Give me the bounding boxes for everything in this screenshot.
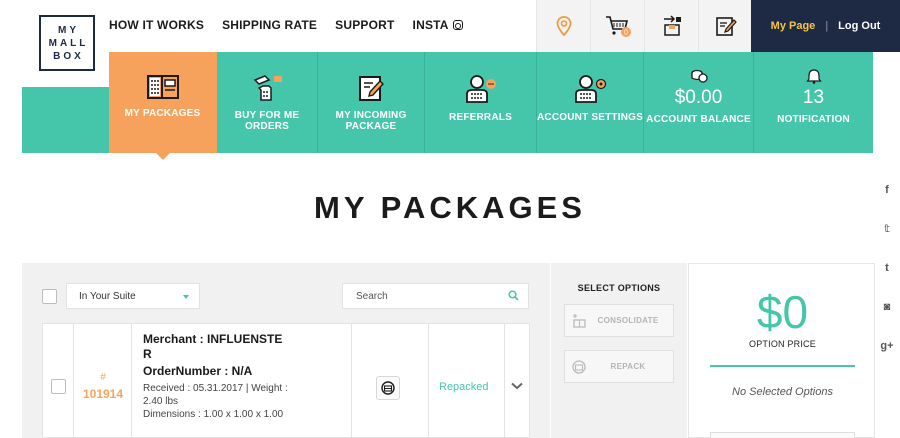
tab-notification[interactable]: 13 NOTIFICATION [754, 52, 873, 153]
logo-line: MY [58, 24, 79, 36]
select-all-checkbox[interactable] [42, 289, 57, 304]
referrals-icon [465, 75, 496, 103]
package-transfer-button[interactable] [644, 0, 698, 52]
nav-how-it-works[interactable]: HOW IT WORKS [109, 18, 204, 32]
tab-my-packages[interactable]: MY PACKAGES [109, 52, 217, 160]
package-transfer-icon [663, 15, 681, 36]
bell-icon [805, 69, 822, 84]
price-divider [710, 365, 855, 367]
option-price-panel: $0 OPTION PRICE No Selected Options [688, 263, 875, 438]
packages-panel: In Your Suite # 101914 Merchant : INFLUE… [22, 263, 550, 438]
edit-note-icon [715, 17, 737, 36]
tab-my-incoming-package[interactable]: MY INCOMING PACKAGE [318, 52, 425, 153]
option-price-label: OPTION PRICE [749, 339, 816, 349]
tumblr-icon[interactable]: t [885, 248, 889, 287]
repack-label: REPACK [610, 362, 646, 371]
nav-insta[interactable]: INSTA [413, 18, 463, 32]
cart-button[interactable]: 0 [590, 0, 644, 52]
chevron-down-icon[interactable] [511, 382, 523, 390]
logo-line: MALL [48, 37, 89, 49]
package-order-number: OrderNumber : N/A [143, 364, 253, 378]
tab-label: ACCOUNT BALANCE [646, 114, 751, 125]
account-balance-value: $0.00 [674, 87, 723, 108]
tab-referrals[interactable]: REFERRALS [425, 52, 537, 153]
package-checkbox[interactable] [51, 379, 66, 394]
tab-label: ACCOUNT SETTINGS [537, 112, 643, 123]
cart-badge: 0 [624, 30, 628, 37]
top-bar: HOW IT WORKS SHIPPING RATE SUPPORT INSTA… [0, 0, 900, 52]
tab-label: BUY FOR ME ORDERS [234, 110, 300, 132]
select-options-panel: SELECT OPTIONS CONSOLIDATE REPACK [551, 263, 687, 438]
tab-buy-for-me-orders[interactable]: BUY FOR ME ORDERS [217, 52, 318, 153]
suite-filter-select[interactable]: In Your Suite [66, 283, 200, 309]
package-row[interactable]: # 101914 Merchant : INFLUENSTER OrderNum… [42, 323, 530, 438]
page-title: MY PACKAGES [314, 190, 586, 225]
package-hash: # [100, 372, 106, 383]
user-separator: | [825, 20, 829, 32]
notification-count: 13 [802, 87, 825, 108]
row-divider [504, 324, 505, 438]
logo[interactable]: MY MALL BOX [39, 15, 95, 71]
search-input[interactable] [342, 283, 529, 309]
consolidate-label: CONSOLIDATE [597, 316, 659, 325]
option-price-value: $0 [756, 286, 809, 338]
repack-button[interactable]: REPACK [564, 350, 674, 383]
location-button[interactable] [536, 0, 590, 52]
twitter-icon[interactable]: 𝕥 [884, 209, 890, 248]
row-divider [428, 324, 429, 438]
packages-icon [146, 75, 179, 99]
account-settings-icon [575, 75, 607, 103]
price-footer-box [710, 432, 855, 438]
coins-icon [690, 69, 708, 83]
consolidate-button[interactable]: CONSOLIDATE [564, 304, 674, 337]
nav-label: SHIPPING RATE [222, 18, 318, 32]
logout-link[interactable]: Log Out [838, 20, 880, 32]
nav-label: INSTA [412, 18, 449, 32]
user-menu: My Page | Log Out [751, 0, 900, 52]
edit-button[interactable] [698, 0, 752, 52]
google-plus-icon[interactable]: g+ [880, 326, 893, 365]
search-icon[interactable] [508, 290, 519, 301]
tab-label: MY PACKAGES [124, 108, 201, 119]
package-received-weight: Received : 05.31.2017 | Weight : 2.40 lb… [143, 383, 288, 407]
row-divider [131, 324, 132, 438]
nav-shipping-rate[interactable]: SHIPPING RATE [222, 18, 317, 32]
incoming-package-icon [359, 76, 384, 101]
package-dimensions: Dimensions : 1.00 x 1.00 x 1.00 [143, 409, 284, 420]
tab-label: REFERRALS [449, 112, 512, 123]
main-nav: HOW IT WORKS SHIPPING RATE SUPPORT INSTA [109, 18, 481, 32]
tab-bar-extension [22, 87, 109, 153]
package-merchant: Merchant : INFLUENSTER [143, 332, 283, 361]
tab-label: MY INCOMING PACKAGE [335, 110, 407, 132]
row-divider [73, 324, 74, 438]
instagram-icon [452, 20, 463, 30]
instagram-icon[interactable]: ◙ [884, 287, 891, 326]
chevron-down-icon [183, 295, 189, 299]
package-id[interactable]: 101914 [75, 387, 131, 401]
nav-support[interactable]: SUPPORT [335, 18, 394, 32]
nav-label: SUPPORT [335, 18, 395, 32]
facebook-icon[interactable]: f [885, 170, 889, 209]
no-selected-options: No Selected Options [732, 386, 833, 398]
tab-account-settings[interactable]: ACCOUNT SETTINGS [537, 52, 644, 153]
options-title: SELECT OPTIONS [577, 283, 661, 293]
nav-label: HOW IT WORKS [109, 18, 205, 32]
buy-for-me-icon [253, 75, 282, 101]
row-divider [351, 324, 352, 438]
package-status: Repacked [439, 381, 489, 393]
tab-bar: MY PACKAGES BUY FOR ME ORDERS MY INCOMIN… [109, 52, 873, 160]
social-links: f 𝕥 t ◙ g+ [880, 170, 894, 365]
suite-filter-value: In Your Suite [79, 290, 136, 302]
my-page-link[interactable]: My Page [771, 20, 816, 32]
tab-label: NOTIFICATION [777, 114, 850, 125]
tab-account-balance[interactable]: $0.00 ACCOUNT BALANCE [644, 52, 754, 153]
logo-line: BOX [53, 50, 84, 62]
cart-icon: 0 [605, 16, 631, 37]
location-pin-icon [556, 16, 571, 36]
package-info: Merchant : INFLUENSTER OrderNumber : N/A… [143, 332, 289, 421]
repack-status-icon [376, 376, 400, 400]
